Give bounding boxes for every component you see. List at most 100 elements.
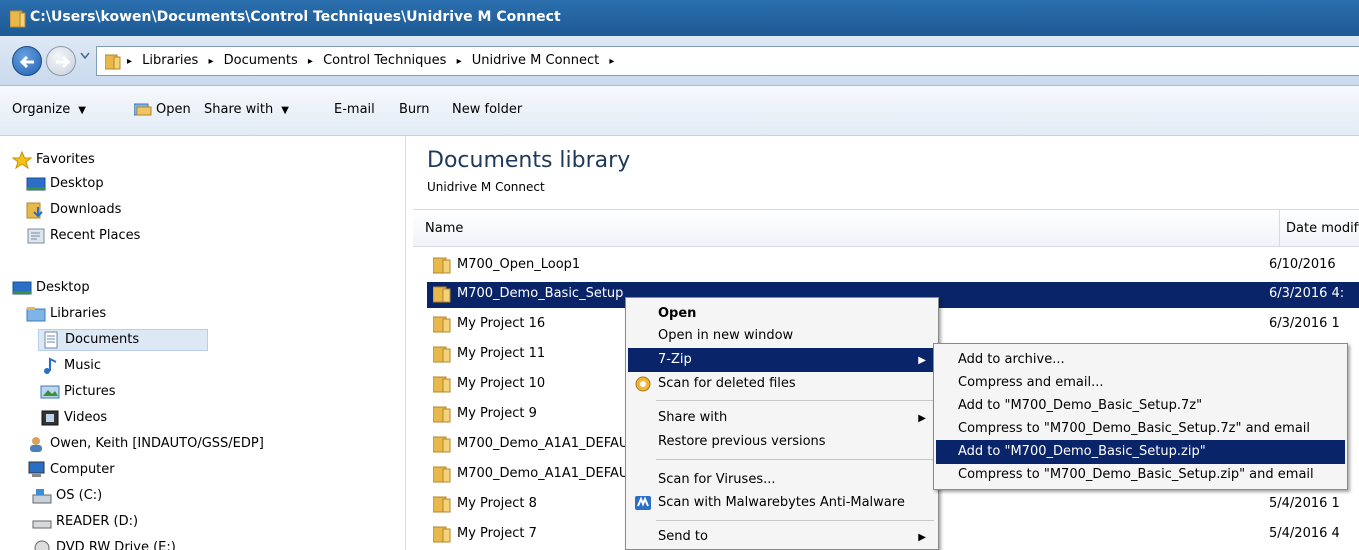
file-name: My Project 9 [457,406,537,421]
folder-icon [433,376,451,393]
share-with-button[interactable]: Share with ▼ [204,102,289,117]
title-bar[interactable]: C:\Users\kowen\Documents\Control Techniq… [0,0,1359,36]
nav-label: Desktop [50,176,104,191]
menu-add-zip[interactable]: Add to "M700_Demo_Basic_Setup.zip" [936,440,1345,464]
folder-icon [105,54,121,70]
back-button[interactable] [12,46,42,76]
scan-deleted-icon [635,376,651,392]
menu-compress-email[interactable]: Compress and email... [936,371,1345,395]
burn-button[interactable]: Burn [399,102,430,117]
email-button[interactable]: E-mail [334,102,375,117]
nav-pictures[interactable]: Pictures [40,382,240,404]
nav-label: Downloads [50,202,122,217]
recent-places-icon [27,228,45,244]
menu-open[interactable]: Open [628,302,936,326]
nav-downloads[interactable]: Downloads [26,200,226,222]
menu-separator [656,400,934,401]
file-name: M700_Demo_Basic_Setup [457,286,624,301]
nav-desktop[interactable]: Desktop [12,278,212,300]
folder-icon [433,286,451,303]
nav-reader-d[interactable]: READER (D:) [32,512,232,534]
nav-fav-desktop[interactable]: Desktop [26,174,226,196]
nav-music[interactable]: Music [40,356,240,378]
breadcrumb: ▸ Libraries ▸ Documents ▸ Control Techni… [127,53,620,68]
menu-label: Scan for deleted files [658,376,796,391]
menu-add-7z[interactable]: Add to "M700_Demo_Basic_Setup.7z" [936,394,1345,418]
menu-label: Compress and email... [958,375,1104,390]
folder-icon [433,406,451,423]
menu-compress-zip-email[interactable]: Compress to "M700_Demo_Basic_Setup.zip" … [936,463,1345,487]
menu-malwarebytes[interactable]: Scan with Malwarebytes Anti-Malware [628,491,936,515]
chevron-right-icon[interactable]: ▸ [457,56,462,67]
breadcrumb-control-techniques[interactable]: Control Techniques [323,53,446,68]
open-label: Open [156,102,191,117]
library-title: Documents library [427,148,631,173]
file-row[interactable]: M700_Open_Loop1 6/10/2016 [427,253,1359,279]
menu-separator [656,459,934,460]
nav-favorites[interactable]: Favorites [12,150,212,172]
share-with-label: Share with [204,102,274,117]
nav-dvd[interactable]: DVD RW Drive (E:) [32,538,232,550]
menu-7zip[interactable]: 7-Zip ▶ [628,348,936,372]
documents-icon [44,331,58,349]
navigation-pane[interactable]: Favorites Desktop Downloads Recent Place… [0,136,406,550]
libraries-icon [26,307,46,322]
column-name[interactable]: Name [425,221,463,236]
videos-icon [41,410,59,426]
file-date: 6/3/2016 1 [1269,316,1340,331]
address-box[interactable]: ▸ Libraries ▸ Documents ▸ Control Techni… [96,46,1359,76]
menu-label: Scan with Malwarebytes Anti-Malware [658,495,905,510]
menu-label: Add to "M700_Demo_Basic_Setup.zip" [958,444,1206,459]
library-subtitle[interactable]: Unidrive M Connect [427,180,545,194]
menu-scan-viruses[interactable]: Scan for Viruses... [628,468,936,492]
folder-icon [433,316,451,333]
nav-recent-places[interactable]: Recent Places [26,226,226,248]
menu-share-with[interactable]: Share with ▶ [628,406,936,430]
folder-icon [433,466,451,483]
chevron-right-icon[interactable]: ▸ [609,56,614,67]
breadcrumb-unidrive[interactable]: Unidrive M Connect [472,53,600,68]
nav-label: Libraries [50,306,107,321]
nav-documents[interactable]: Documents [38,329,208,351]
menu-separator [656,520,934,521]
new-folder-button[interactable]: New folder [452,102,522,117]
column-date-modified[interactable]: Date modified [1279,210,1359,246]
submenu-arrow-icon: ▶ [918,355,926,366]
music-icon [44,357,57,374]
menu-add-to-archive[interactable]: Add to archive... [936,348,1345,372]
context-menu: Open Open in new window 7-Zip ▶ Scan for … [625,297,939,550]
chevron-right-icon[interactable]: ▸ [127,56,132,67]
nav-videos[interactable]: Videos [40,408,240,430]
menu-compress-7z-email[interactable]: Compress to "M700_Demo_Basic_Setup.7z" a… [936,417,1345,441]
organize-button[interactable]: Organize ▼ [12,102,86,117]
open-button[interactable]: Open [134,102,191,117]
menu-scan-deleted[interactable]: Scan for deleted files [628,372,936,396]
malwarebytes-icon [635,496,651,510]
nav-libraries[interactable]: Libraries [26,304,226,326]
dvd-drive-icon [34,540,50,550]
menu-send-to[interactable]: Send to ▶ [628,525,936,549]
menu-open-new-window[interactable]: Open in new window [628,324,936,348]
breadcrumb-libraries[interactable]: Libraries [142,53,198,68]
nav-user[interactable]: Owen, Keith [INDAUTO/GSS/EDP] [26,434,326,456]
forward-button[interactable] [46,46,76,76]
user-icon [30,437,42,452]
nav-os-c[interactable]: OS (C:) [32,486,232,508]
breadcrumb-documents[interactable]: Documents [224,53,298,68]
chevron-right-icon[interactable]: ▸ [308,56,313,67]
recent-pages-chevron-icon[interactable] [80,52,90,60]
nav-label: Videos [64,410,108,425]
star-icon [12,151,32,169]
nav-label: Pictures [64,384,116,399]
chevron-right-icon[interactable]: ▸ [208,56,213,67]
menu-label: Send to [658,529,708,544]
menu-label: 7-Zip [658,352,692,367]
nav-label: Music [64,358,101,373]
menu-restore-previous[interactable]: Restore previous versions [628,430,936,454]
nav-computer[interactable]: Computer [26,460,226,482]
drive-icon [32,489,52,504]
folder-icon [433,496,451,513]
file-name: My Project 11 [457,346,546,361]
seven-zip-submenu: Add to archive... Compress and email... … [933,343,1348,490]
file-date: 6/10/2016 [1269,257,1336,272]
